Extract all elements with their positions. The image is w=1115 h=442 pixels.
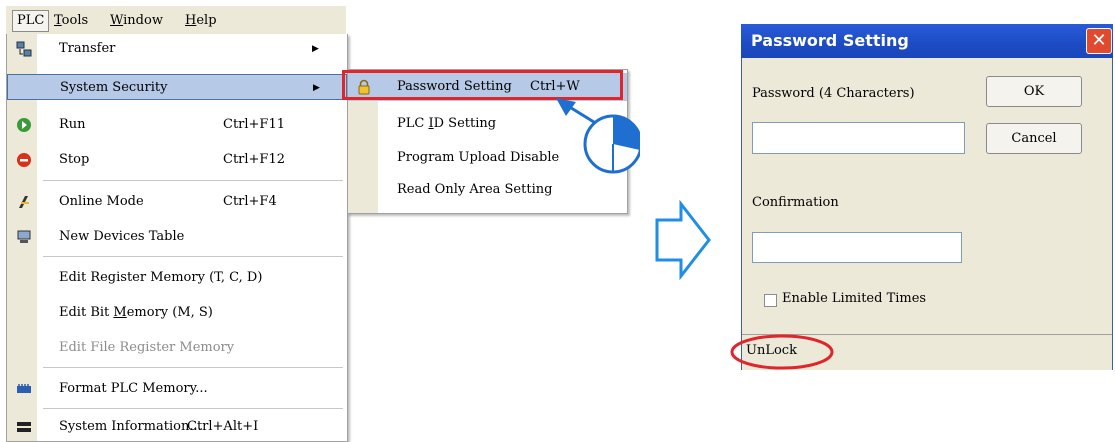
dialog-title-bar: Password Setting: [741, 24, 1113, 58]
menu-item-edit-register-memory[interactable]: Edit Register Memory (T, C, D): [7, 265, 347, 291]
menu-item-system-information[interactable]: System Information... Ctrl+Alt+I: [7, 414, 347, 440]
password-label: Password (4 Characters): [752, 86, 915, 101]
menu-item-transfer[interactable]: Transfer ▶: [7, 36, 347, 62]
clock-icon: [583, 114, 640, 174]
submenu-arrow-icon: ▶: [312, 44, 319, 54]
menu-window[interactable]: Window: [110, 11, 163, 31]
status-highlight-ellipse: [730, 334, 834, 370]
dialog-title: Password Setting: [751, 31, 909, 50]
submenu-item-read-only-area-setting[interactable]: Read Only Area Setting: [348, 176, 627, 204]
ok-button[interactable]: OK: [986, 76, 1082, 107]
memory-chip-icon: [17, 384, 31, 393]
submenu-arrow-icon: ▶: [313, 83, 320, 93]
menu-item-system-security[interactable]: System Security ▶: [7, 74, 347, 100]
menu-item-new-devices-table[interactable]: New Devices Table: [7, 224, 347, 250]
menu-item-online-mode[interactable]: Online Mode Ctrl+F4: [7, 189, 347, 215]
next-step-arrow-icon: [655, 200, 711, 280]
menu-item-format-plc-memory[interactable]: Format PLC Memory...: [7, 376, 347, 402]
menu-item-edit-bit-memory[interactable]: Edit Bit Memory (M, S): [7, 300, 347, 326]
close-icon: ✕: [1091, 30, 1107, 51]
menu-help[interactable]: Help: [185, 11, 217, 31]
confirmation-label: Confirmation: [752, 195, 839, 210]
enable-limited-times-label: Enable Limited Times: [782, 291, 927, 306]
menu-tools[interactable]: Tools: [54, 11, 88, 31]
run-icon: [17, 118, 31, 132]
password-field[interactable]: [752, 122, 965, 154]
system-information-icon: [17, 422, 31, 432]
annotation-overlay: [556, 98, 640, 174]
close-button[interactable]: ✕: [1086, 28, 1112, 54]
menu-item-run[interactable]: Run Ctrl+F11: [7, 112, 347, 138]
transfer-icon: [16, 41, 32, 57]
menu-item-stop[interactable]: Stop Ctrl+F12: [7, 147, 347, 173]
menu-bar: PLC Tools Window Help: [6, 6, 346, 35]
menu-plc[interactable]: PLC: [12, 10, 50, 32]
devices-table-icon: [17, 230, 31, 243]
stop-icon: [17, 153, 31, 167]
plc-menu: Transfer ▶ System Security ▶ Run Ctrl+F1…: [6, 34, 348, 442]
confirmation-field[interactable]: [752, 232, 962, 263]
menu-item-edit-file-register-memory: Edit File Register Memory: [59, 340, 235, 355]
enable-limited-times-checkbox[interactable]: [764, 294, 777, 307]
online-mode-icon: [19, 196, 29, 208]
cancel-button[interactable]: Cancel: [986, 123, 1082, 154]
